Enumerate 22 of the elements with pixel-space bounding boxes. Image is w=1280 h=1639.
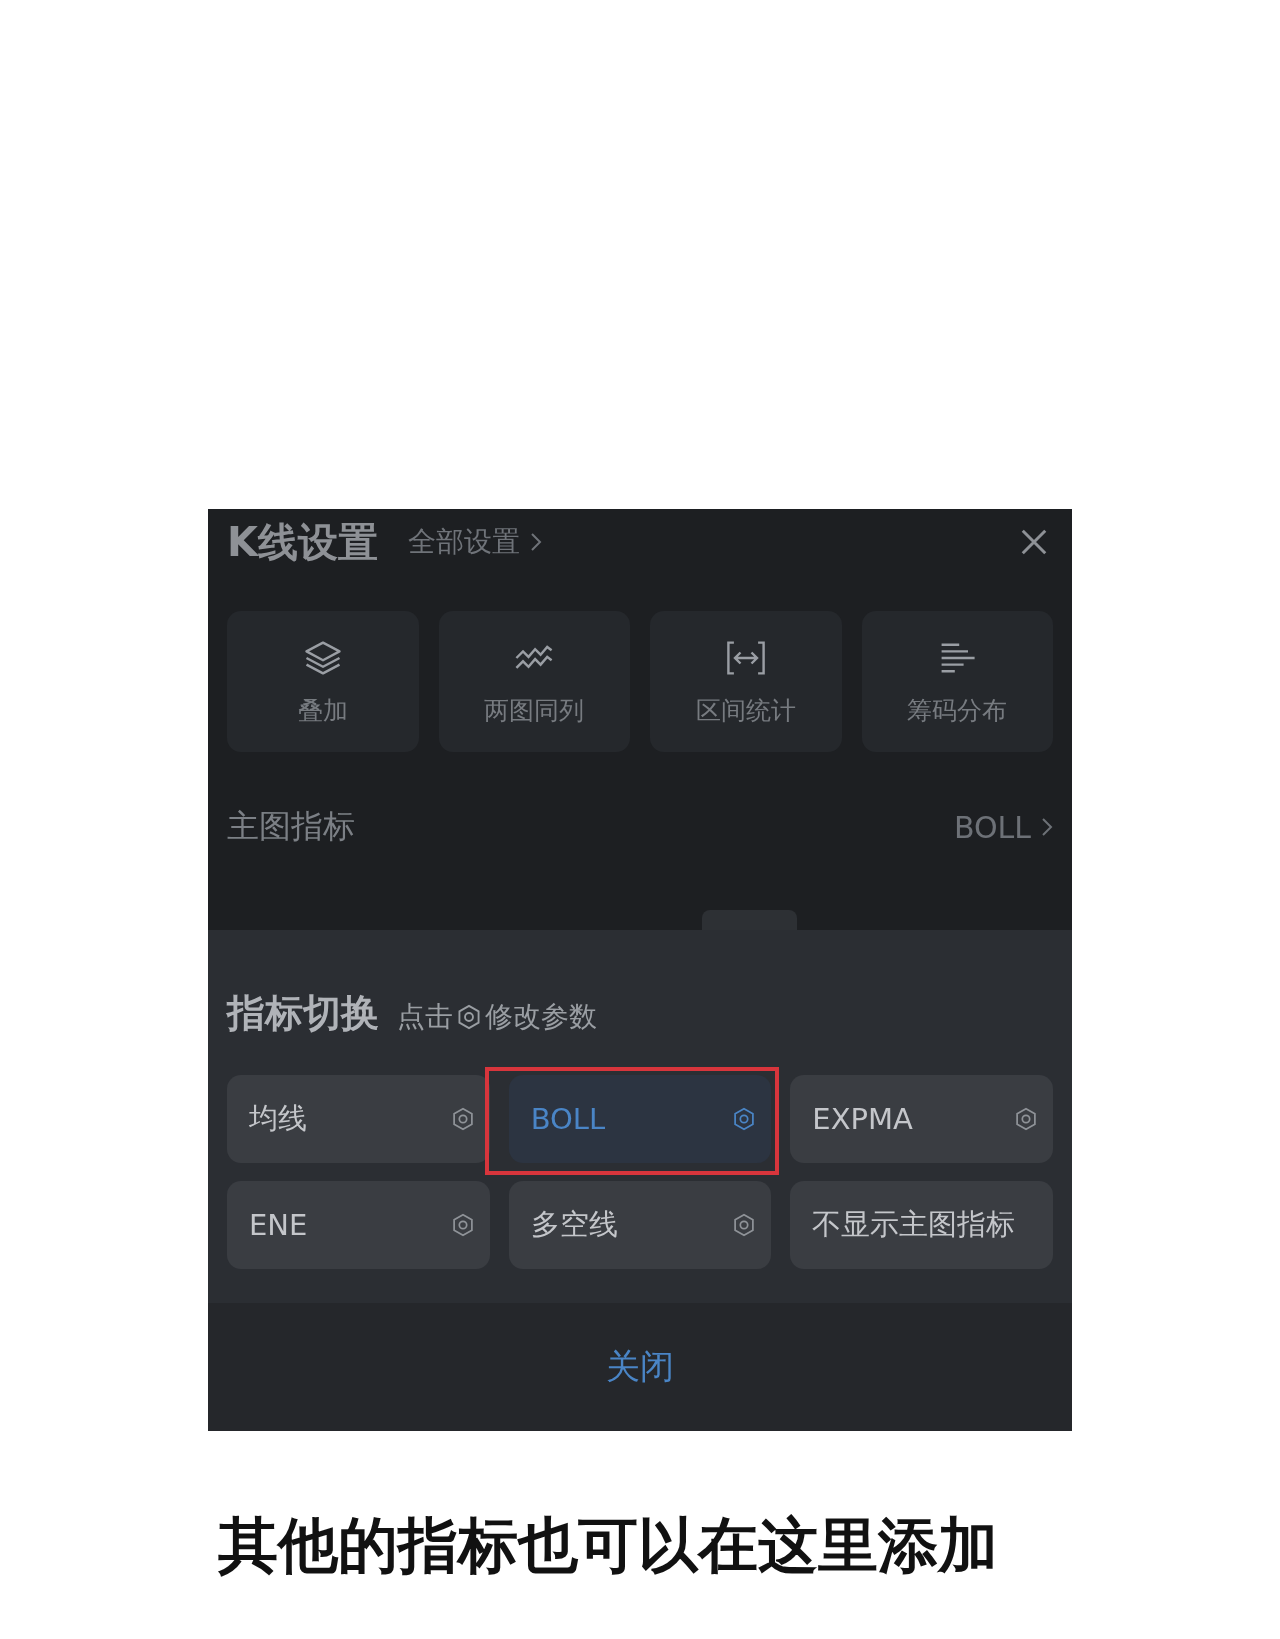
indicator-option[interactable]: ENE	[227, 1181, 490, 1269]
settings-icon[interactable]	[1013, 1106, 1039, 1132]
indicator-option[interactable]: BOLL	[508, 1075, 772, 1163]
main-indicator-value[interactable]: BOLL	[953, 809, 1053, 845]
tool-button[interactable]: 两图同列	[438, 611, 630, 752]
indicator-option[interactable]: EXPMA	[790, 1075, 1053, 1163]
caption: 其他的指标也可以在这里添加	[217, 1509, 999, 1582]
chevron-icon[interactable]	[1041, 816, 1053, 838]
all-settings-link[interactable]: 全部设置	[408, 523, 542, 561]
tool-button[interactable]: 叠加	[227, 611, 419, 752]
sheet-title: 指标切换	[227, 990, 379, 1037]
hint-text: 修改参数	[485, 999, 597, 1035]
indicator-option[interactable]: 多空线	[508, 1181, 772, 1269]
chevron-icon[interactable]	[530, 532, 542, 552]
indicator-option[interactable]: 均线	[227, 1075, 490, 1163]
main-indicator-label: 主图指标	[227, 806, 355, 847]
panel-title: K线设置	[227, 517, 378, 567]
indicator-option[interactable]: 不显示主图指标	[790, 1181, 1053, 1269]
tool-button[interactable]: 区间统计	[650, 611, 842, 752]
tool-button[interactable]: 筹码分布	[861, 611, 1053, 752]
close-button[interactable]: 关闭	[600, 1343, 680, 1391]
hint-text: 点击	[397, 999, 453, 1035]
